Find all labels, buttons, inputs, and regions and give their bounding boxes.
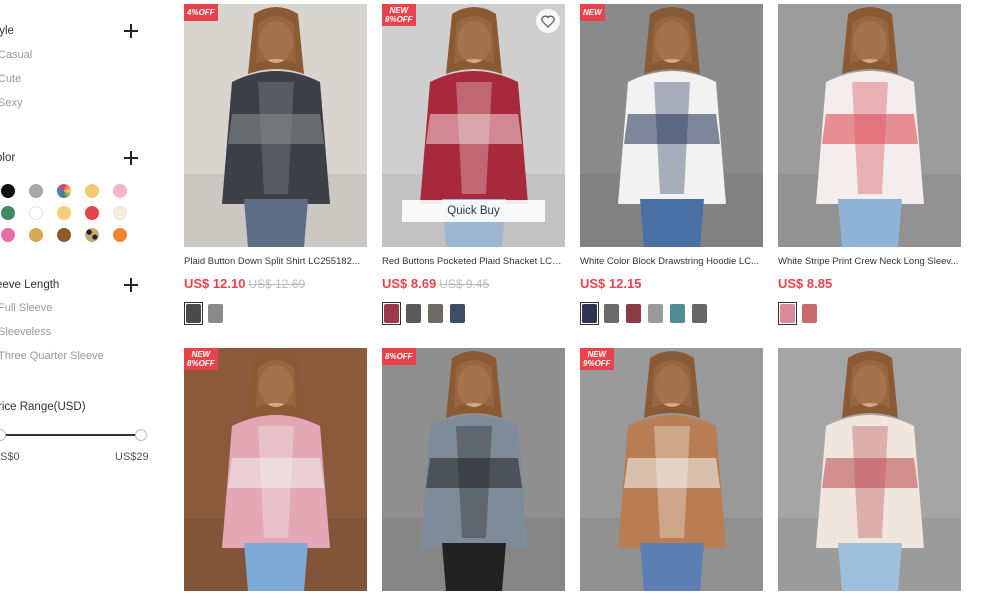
badge-text: 8%OFF <box>187 359 215 368</box>
color-swatch[interactable] <box>29 228 43 242</box>
style-option-sexy[interactable]: Sexy <box>0 97 22 109</box>
color-variant-thumbnail[interactable] <box>580 302 599 325</box>
color-variant-thumbnail[interactable] <box>426 302 445 325</box>
color-swatch[interactable] <box>57 206 71 220</box>
color-variant-thumbnail[interactable] <box>646 302 665 325</box>
product-name[interactable]: White Color Block Drawstring Hoodie LC..… <box>580 256 763 267</box>
product-image[interactable] <box>778 348 961 591</box>
discount-badge: 8%OFF <box>382 348 416 365</box>
color-filter-header[interactable]: olor <box>0 147 138 169</box>
current-price: US$ 12.15 <box>580 276 642 291</box>
product-image[interactable] <box>778 4 961 247</box>
product-price: US$ 12.15 <box>580 276 641 291</box>
color-swatch[interactable] <box>1 206 15 220</box>
color-swatch[interactable] <box>29 184 43 198</box>
wishlist-heart-icon[interactable] <box>536 9 560 33</box>
color-variant-thumbnail[interactable] <box>668 302 687 325</box>
current-price: US$ 8.85 <box>778 276 833 291</box>
color-variant-list <box>184 302 225 325</box>
color-variant-thumbnail[interactable] <box>778 302 797 325</box>
color-swatch[interactable] <box>85 206 99 220</box>
badge-text: 4%OFF <box>187 8 215 17</box>
original-price: US$ 12.69 <box>248 277 306 291</box>
color-variant-thumbnail[interactable] <box>624 302 643 325</box>
product-name[interactable]: Red Buttons Pocketed Plaid Shacket LC2..… <box>382 256 565 267</box>
plus-icon[interactable] <box>124 24 138 38</box>
color-variant-thumbnail[interactable] <box>602 302 621 325</box>
badge-text: 9%OFF <box>583 359 611 368</box>
color-swatch[interactable] <box>29 206 43 220</box>
product-price: US$ 8.85 <box>778 276 832 291</box>
color-variant-thumbnail[interactable] <box>690 302 709 325</box>
sleeve-filter-header[interactable]: eeve Length <box>0 274 138 296</box>
discount-badge: NEW 8%OFF <box>184 348 218 370</box>
color-variant-list <box>580 302 709 325</box>
price-range-title: rice Range(USD) <box>0 401 86 413</box>
color-swatch[interactable] <box>1 184 15 198</box>
price-max-label: US$29 <box>115 451 149 463</box>
discount-badge: 4%OFF <box>184 4 218 21</box>
color-swatch[interactable] <box>113 184 127 198</box>
color-variant-thumbnail[interactable] <box>184 302 203 325</box>
discount-badge: NEW <box>580 4 605 21</box>
badge-text: NEW <box>583 8 602 17</box>
product-image[interactable] <box>580 348 763 591</box>
color-variant-thumbnail[interactable] <box>206 302 225 325</box>
badge-text: NEW <box>191 350 211 359</box>
badge-text: NEW <box>389 6 409 15</box>
color-variant-list <box>382 302 467 325</box>
color-filter-title: olor <box>0 152 16 164</box>
filter-sidebar: tyle Casual Cute Sexy olor eeve Length F… <box>0 0 160 600</box>
plus-icon[interactable] <box>124 278 138 292</box>
style-option-cute[interactable]: Cute <box>0 73 21 85</box>
color-swatch[interactable] <box>85 228 99 242</box>
badge-text: 8%OFF <box>385 352 413 361</box>
product-name[interactable]: White Stripe Print Crew Neck Long Sleev.… <box>778 256 961 267</box>
plus-icon[interactable] <box>124 151 138 165</box>
color-variant-thumbnail[interactable] <box>382 302 401 325</box>
sleeve-option-sleeveless[interactable]: Sleeveless <box>0 326 51 338</box>
product-name[interactable]: Plaid Button Down Split Shirt LC255182..… <box>184 256 367 267</box>
badge-text: 8%OFF <box>385 15 413 24</box>
product-image[interactable] <box>382 348 565 591</box>
price-slider-min-handle[interactable] <box>0 429 6 441</box>
color-variant-thumbnail[interactable] <box>800 302 819 325</box>
style-filter-title: tyle <box>0 25 14 37</box>
color-variant-list <box>778 302 819 325</box>
quick-buy-button[interactable]: Quick Buy <box>402 200 545 222</box>
price-slider-track[interactable] <box>0 434 141 436</box>
color-swatch[interactable] <box>113 228 127 242</box>
badge-text: NEW <box>587 350 607 359</box>
original-price: US$ 9.45 <box>439 277 490 291</box>
product-image[interactable] <box>184 4 367 247</box>
current-price: US$ 12.10 <box>184 276 246 291</box>
sleeve-option-full[interactable]: Full Sleeve <box>0 302 52 314</box>
sleeve-option-three-quarter[interactable]: Three Quarter Sleeve <box>0 350 104 362</box>
price-min-label: S$0 <box>0 451 20 463</box>
color-variant-thumbnail[interactable] <box>404 302 423 325</box>
color-swatch[interactable] <box>1 228 15 242</box>
discount-badge: NEW 9%OFF <box>580 348 614 370</box>
product-price: US$ 8.69 US$ 9.45 <box>382 276 489 291</box>
color-swatch[interactable] <box>57 228 71 242</box>
color-swatch[interactable] <box>113 206 127 220</box>
style-option-casual[interactable]: Casual <box>0 49 32 61</box>
color-swatch[interactable] <box>85 184 99 198</box>
product-price: US$ 12.10 US$ 12.69 <box>184 276 305 291</box>
current-price: US$ 8.69 <box>382 276 437 291</box>
sleeve-filter-title: eeve Length <box>0 279 60 291</box>
style-filter-header[interactable]: tyle <box>0 20 138 42</box>
discount-badge: NEW 8%OFF <box>382 4 416 26</box>
color-variant-thumbnail[interactable] <box>448 302 467 325</box>
product-image[interactable] <box>580 4 763 247</box>
product-image[interactable] <box>184 348 367 591</box>
price-slider-max-handle[interactable] <box>135 429 147 441</box>
color-swatch[interactable] <box>57 184 71 198</box>
